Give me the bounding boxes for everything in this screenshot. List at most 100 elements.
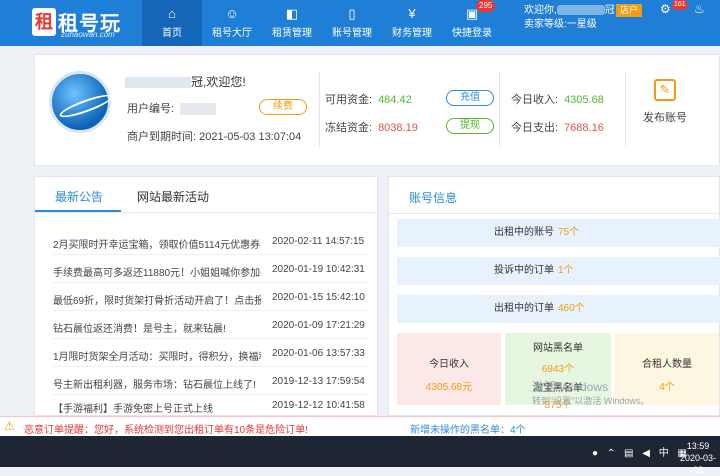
alert-bar: ⚠ 恶意订单提醒：您好，系统检测到您出租订单有10条是危险订单! 新增未操作的黑…	[0, 416, 720, 436]
notice-date: 2020-01-19 10:42:31	[272, 264, 365, 275]
volume-icon[interactable]: ◀	[642, 448, 650, 459]
antivirus-icon[interactable]: ●	[592, 448, 598, 459]
notice-title: 钻石晨位返还消费！是号主，就来钻晨!	[53, 324, 226, 335]
notice-item[interactable]: 2月买限时开幸运宝箱，领取价值5114元优惠券! 2020-02-11 14:57…	[53, 227, 367, 255]
publish-label: 发布账号	[643, 112, 687, 124]
nav-label: 快捷登录	[452, 28, 492, 39]
clock-date: 2020-03-28	[679, 453, 717, 475]
clock[interactable]: 13:59 2020-03-28	[676, 440, 720, 476]
notice-item[interactable]: 【手游福利】手游免密上号正式上线 2019-12-12 10:41:58	[53, 391, 367, 419]
tab-site-activities[interactable]: 网站最新活动	[137, 188, 209, 205]
nav-quick-login[interactable]: ▣ 快捷登录 295	[442, 0, 502, 46]
publish-account-button[interactable]: ✎ 发布账号	[635, 79, 695, 125]
row-value: 1个	[558, 265, 574, 276]
user-greeting: 欢迎你,	[524, 5, 557, 16]
logo-sub: zuhaowan.com	[61, 30, 115, 39]
row-value: 460个	[558, 303, 585, 314]
notice-title: 最低69折，限时货架打骨折活动开启了！点击报名...	[53, 296, 261, 307]
user-id: 用户编号:	[127, 100, 217, 116]
withdraw-button[interactable]: 提现	[446, 118, 494, 134]
notice-tabs: 最新公告 网站最新活动	[35, 177, 377, 213]
gamepad-icon: ◧	[285, 6, 299, 21]
notice-date: 2020-01-15 15:42:10	[272, 292, 365, 303]
nav-home[interactable]: ⌂ 首页	[142, 0, 202, 46]
chevron-up-icon[interactable]: ⌃	[607, 448, 615, 459]
today-income-tile: 今日收入 4305.68元	[397, 333, 501, 405]
rented-orders-row[interactable]: 出租中的订单 460个	[397, 295, 720, 323]
tile-label: 合租人数量	[642, 359, 692, 370]
nav-account-management[interactable]: ▯ 账号管理	[322, 0, 382, 46]
expire-time: 商户到期时间: 2021-05-03 13:07:04	[127, 128, 301, 144]
home-icon: ⌂	[168, 6, 176, 21]
row-value: 75个	[558, 227, 580, 238]
malicious-order-alert[interactable]: 恶意订单提醒：您好，系统检测到您出租订单有10条是危险订单!	[24, 421, 308, 436]
complaint-orders-row[interactable]: 投诉中的订单 1个	[397, 257, 720, 285]
frozen-label: 冻结资金:	[325, 122, 373, 134]
site-logo[interactable]: 租 租号玩 zuhaowan.com	[28, 4, 138, 40]
active-tab-indicator	[35, 210, 121, 212]
expire-label: 商户到期时间:	[127, 131, 197, 143]
welcome-suffix: 冠,欢迎您!	[191, 75, 246, 89]
available-value: 484.42	[378, 94, 412, 106]
blacklist-alert[interactable]: 新增未操作的黑名单：4个	[410, 421, 526, 436]
username-redacted	[556, 5, 605, 16]
nav-label: 租赁管理	[272, 28, 312, 39]
notice-date: 2020-01-09 17:21:29	[272, 320, 365, 331]
today-expense: 今日支出: 7688.16	[511, 119, 604, 135]
vip-tag[interactable]: 店户	[616, 4, 643, 17]
tab-latest-notice[interactable]: 最新公告	[55, 188, 103, 205]
divider	[319, 71, 320, 147]
notice-date: 2019-12-12 10:41:58	[272, 400, 365, 411]
seller-level: 卖家等级:一星级	[524, 19, 597, 30]
rented-accounts-row[interactable]: 出租中的账号 75个	[397, 219, 720, 247]
recharge-button[interactable]: 充值	[446, 90, 494, 106]
row-label: 投诉中的订单	[494, 265, 554, 276]
frozen-value: 8038.19	[378, 122, 418, 134]
nav-label: 账号管理	[332, 28, 372, 39]
avatar-globe	[49, 71, 111, 133]
account-info-title: 账号信息	[409, 191, 458, 205]
edit-icon: ✎	[654, 79, 676, 101]
nav-label: 首页	[162, 28, 182, 39]
ime-indicator[interactable]: 中	[659, 448, 669, 459]
clock-time: 13:59	[686, 441, 710, 451]
hall-icon: ☺	[225, 6, 239, 21]
notice-panel: 最新公告 网站最新活动 2月买限时开幸运宝箱，领取价值5114元优惠券! 2020…	[34, 176, 378, 416]
nav-lease-management[interactable]: ◧ 租赁管理	[262, 0, 322, 46]
notice-item[interactable]: 1月限时货架全月活动：买限时，得积分，换福利! 2020-01-06 13:57:…	[53, 339, 367, 367]
watermark-line2: 转到"设置"以激活 Windows。	[532, 396, 650, 406]
user-summary-panel: 冠,欢迎您! 用户编号: 续费 商户到期时间: 2021-05-03 13:07…	[34, 54, 720, 166]
today-expense-label: 今日支出:	[511, 122, 559, 134]
notice-item[interactable]: 手续费最高可多返还11880元！小姐姐喊你参加手... 2020-01-19 10…	[53, 255, 367, 283]
network-icon[interactable]: ▤	[624, 448, 633, 459]
nav-label: 租号大厅	[212, 28, 252, 39]
notice-item[interactable]: 最低69折，限时货架打骨折活动开启了！点击报名... 2020-01-15 15:…	[53, 283, 367, 311]
frozen-funds: 冻结资金: 8038.19	[325, 119, 418, 135]
tile-label: 网站黑名单	[533, 343, 583, 354]
nav-label: 财务管理	[392, 28, 432, 39]
today-expense-value: 7688.16	[564, 122, 604, 134]
main-nav: ⌂ 首页 ☺ 租号大厅 ◧ 租赁管理 ▯ 账号管理 ¥ 财务管理 ▣ 快捷登录 …	[142, 0, 502, 46]
renew-button[interactable]: 续费	[259, 99, 307, 115]
notice-date: 2020-02-11 14:57:15	[272, 236, 365, 247]
row-label: 出租中的订单	[494, 303, 554, 314]
today-income-label: 今日收入:	[511, 94, 559, 106]
notice-item[interactable]: 钻石晨位返还消费！是号主，就来钻晨! 2020-01-09 17:21:29	[53, 311, 367, 339]
watermark-line1: 激活 Windows	[532, 380, 609, 394]
tile-value: 6943个	[541, 364, 575, 375]
bell-icon[interactable]: ♨	[694, 2, 705, 16]
finance-icon: ¥	[408, 6, 416, 21]
name-redacted	[125, 77, 191, 89]
nav-rent-hall[interactable]: ☺ 租号大厅	[202, 0, 262, 46]
nav-finance[interactable]: ¥ 财务管理	[382, 0, 442, 46]
top-icons: ⚙ 161 ♨	[658, 0, 718, 16]
user-suffix: 冠	[604, 5, 615, 16]
notice-title: 1月限时货架全月活动：买限时，得积分，换福利!	[53, 352, 261, 363]
notice-date: 2020-01-06 13:57:33	[272, 348, 365, 359]
tile-value: 4305.68元	[425, 382, 473, 393]
notification-badge: 161	[672, 0, 688, 10]
gear-icon[interactable]: ⚙	[660, 2, 671, 16]
user-id-label: 用户编号:	[127, 103, 175, 115]
available-label: 可用资金:	[325, 94, 373, 106]
row-label: 出租中的账号	[494, 227, 554, 238]
